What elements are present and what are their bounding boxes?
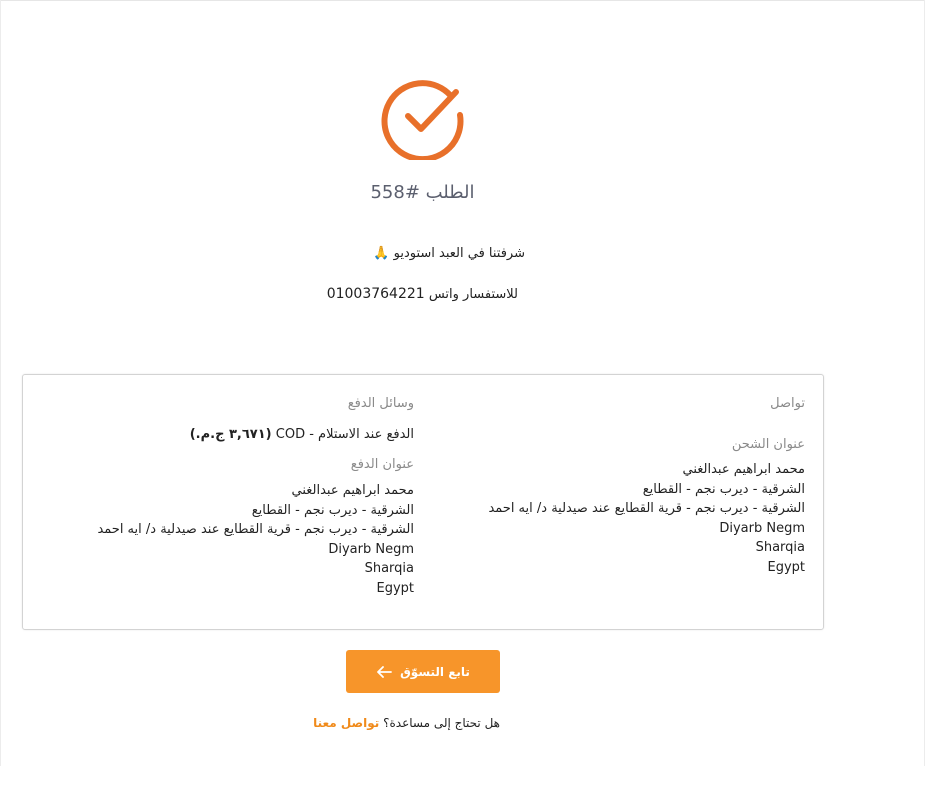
billing-line: Diyarb Negm xyxy=(328,541,414,557)
check-circle-icon xyxy=(381,80,464,160)
top-divider xyxy=(0,0,925,1)
shipping-line: Diyarb Negm xyxy=(719,520,805,536)
continue-shopping-button[interactable]: تابع التسوّق xyxy=(346,650,500,693)
order-details-card: تواصل عنوان الشحن محمد ابراهيم عبدالغني … xyxy=(22,374,824,630)
continue-shopping-label: تابع التسوّق xyxy=(400,664,470,679)
shipping-line: الشرقية - ديرب نجم - قرية القطايع عند صي… xyxy=(488,501,805,517)
help-prompt: هل تحتاج إلى مساعدة؟ تواصل معنا xyxy=(300,716,500,730)
payment-billing-column: وسائل الدفع الدفع عند الاستلام - COD (٣,… xyxy=(44,395,414,599)
whatsapp-number: 01003764221 xyxy=(326,286,425,302)
billing-line: محمد ابراهيم عبدالغني xyxy=(291,483,414,498)
payment-method-value: الدفع عند الاستلام - COD (٣,٦٧١ ج.م.) xyxy=(44,425,414,444)
whatsapp-contact: للاستفسار واتس 01003764221 xyxy=(270,286,518,302)
billing-line: الشرقية - ديرب نجم - القطايع xyxy=(251,502,414,518)
shipping-address-heading: عنوان الشحن xyxy=(731,437,805,452)
left-border xyxy=(0,0,1,766)
billing-line: Sharqia xyxy=(364,561,414,577)
pray-emoji-icon: 🙏 xyxy=(373,246,390,261)
order-confirmation-page: الطلب #558 شرفتنا في العبد استوديو 🙏 للا… xyxy=(0,0,925,791)
help-question: هل تحتاج إلى مساعدة؟ xyxy=(383,716,500,730)
contact-heading: تواصل xyxy=(770,396,805,411)
payment-methods-heading: وسائل الدفع xyxy=(347,396,414,411)
billing-line: Egypt xyxy=(376,580,414,596)
billing-line: الشرقية - ديرب نجم - قرية القطايع عند صي… xyxy=(97,522,414,538)
payment-method-text: الدفع عند الاستلام - COD xyxy=(275,427,414,442)
contact-us-link[interactable]: تواصل معنا xyxy=(313,716,379,730)
arrow-left-icon xyxy=(377,665,392,678)
contact-shipping-column: تواصل عنوان الشحن محمد ابراهيم عبدالغني … xyxy=(445,395,805,578)
thanks-message: شرفتنا في العبد استوديو 🙏 xyxy=(270,246,525,261)
billing-address-heading: عنوان الدفع xyxy=(350,457,414,472)
shipping-line: Sharqia xyxy=(755,540,805,556)
order-number-title: الطلب #558 xyxy=(370,182,475,203)
shipping-line: Egypt xyxy=(767,559,805,575)
whatsapp-label: للاستفسار واتس xyxy=(428,287,518,302)
thanks-text: شرفتنا في العبد استوديو xyxy=(393,246,525,261)
payment-amount: (٣,٦٧١ ج.م.) xyxy=(189,427,272,442)
shipping-line: الشرقية - ديرب نجم - القطايع xyxy=(642,481,805,497)
shipping-line: محمد ابراهيم عبدالغني xyxy=(682,462,805,477)
